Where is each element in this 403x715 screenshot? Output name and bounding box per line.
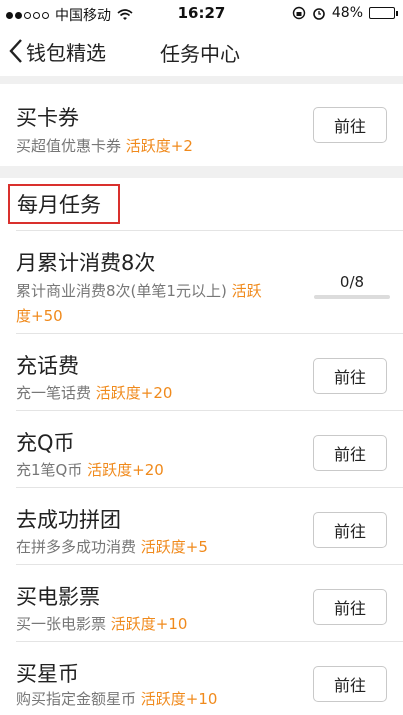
task-desc: 在拼多多成功消费 活跃度+5 [16,536,208,557]
task-reward-part2: 度+50 [16,307,63,325]
task-row-group-buy: 去成功拼团 在拼多多成功消费 活跃度+5 前往 [0,488,403,564]
scroll-edge [0,76,403,84]
section-header: 每月任务 [0,178,403,230]
task-title: 充Q币 [16,431,75,455]
task-title: 充话费 [16,354,79,378]
task-desc-text: 在拼多多成功消费 [16,538,137,556]
task-row-phone-topup: 充话费 充一笔话费 活跃度+20 前往 [0,334,403,410]
task-desc-text: 买超值优惠卡券 [16,137,122,155]
section-title: 每月任务 [17,193,101,217]
progress-bar [314,295,390,299]
rotation-lock-icon [292,6,306,20]
go-button[interactable]: 前往 [313,589,387,625]
task-title: 月累计消费8次 [16,251,156,275]
task-title: 去成功拼团 [16,508,121,532]
go-button[interactable]: 前往 [313,666,387,702]
go-button[interactable]: 前往 [313,107,387,143]
progress-text: 0/8 [339,273,365,291]
chevron-left-icon [9,39,22,63]
task-row-movie-ticket: 买电影票 买一张电影票 活跃度+10 前往 [0,565,403,641]
task-reward: 活跃度+20 [87,461,164,479]
go-button[interactable]: 前往 [313,512,387,548]
nav-bar: 钱包精选 任务中心 [0,26,403,76]
task-reward: 活跃度+5 [140,538,208,556]
task-desc-text: 买一张电影票 [16,615,107,633]
task-title: 买电影票 [16,585,100,609]
status-bar: 中国移动 16:27 48% [0,0,403,26]
task-title: 买星币 [16,662,79,686]
battery-icon [369,7,398,19]
task-reward: 活跃度+2 [125,137,193,155]
task-desc-text: 累计商业消费8次(单笔1元以上) [16,282,232,300]
page-title: 任务中心 [160,42,240,66]
task-reward: 活跃度+10 [140,690,218,708]
task-desc-text: 充一笔话费 [16,384,92,402]
go-button[interactable]: 前往 [313,435,387,471]
task-desc-text: 购买指定金额星币 [16,690,137,708]
back-label: 钱包精选 [26,40,106,65]
task-reward: 活跃度+10 [110,615,188,633]
task-desc-text: 充1笔Q币 [16,461,83,479]
task-desc: 买超值优惠卡券 活跃度+2 [16,135,193,156]
task-row-star-coin: 买星币 购买指定金额星币 活跃度+10 前往 [0,642,403,715]
status-right: 48% [292,5,398,21]
go-button[interactable]: 前往 [313,358,387,394]
task-reward: 活跃度+20 [95,384,173,402]
alarm-icon [313,8,325,20]
task-desc: 购买指定金额星币 活跃度+10 [16,688,217,709]
task-row-buy-card: 买卡券 买超值优惠卡券 活跃度+2 前往 [0,84,403,166]
task-desc-line1: 累计商业消费8次(单笔1元以上) 活跃 [16,280,262,301]
task-row-qcoin: 充Q币 充1笔Q币 活跃度+20 前往 [0,411,403,487]
task-row-monthly-spend: 月累计消费8次 累计商业消费8次(单笔1元以上) 活跃 度+50 0/8 [0,231,403,333]
task-title: 买卡券 [16,106,79,130]
task-desc-line2: 度+50 [16,305,63,326]
task-desc: 充一笔话费 活跃度+20 [16,382,172,403]
task-desc: 买一张电影票 活跃度+10 [16,613,187,634]
section-highlight-box: 每月任务 [8,184,120,224]
section-gap [0,166,403,178]
task-reward-part1: 活跃 [231,282,262,300]
battery-percent: 48% [331,5,363,21]
back-button[interactable]: 钱包精选 [8,35,106,67]
task-desc: 充1笔Q币 活跃度+20 [16,459,164,480]
